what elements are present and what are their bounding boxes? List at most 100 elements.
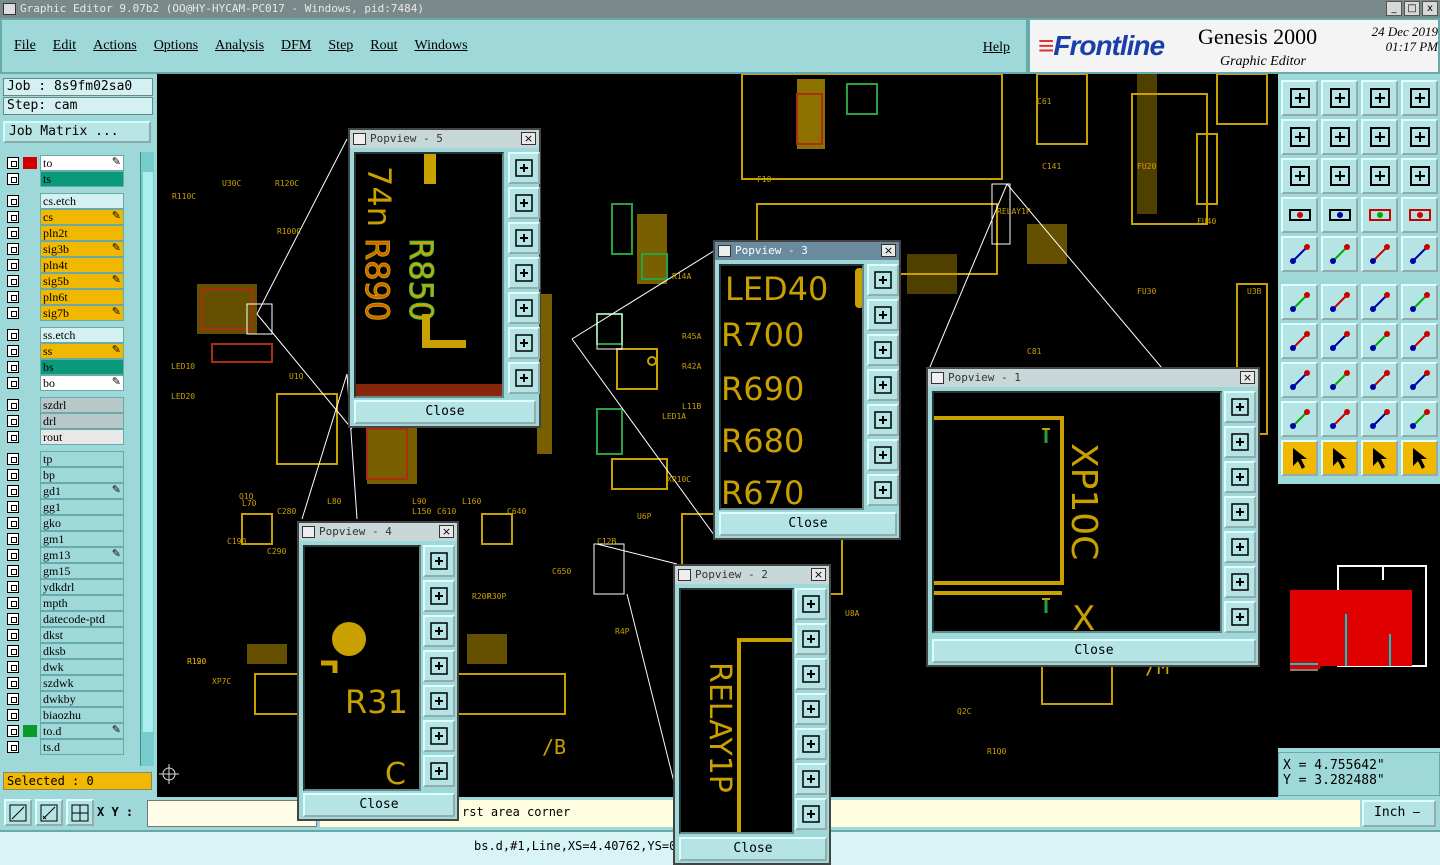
zoom-in-button[interactable]	[508, 152, 540, 184]
fit-vertical-button[interactable]	[423, 720, 455, 752]
popview-5-titlebar[interactable]: Popview - 5 ×	[350, 130, 539, 148]
layer-name[interactable]: gm1	[40, 531, 124, 547]
popview-4-close-button[interactable]: Close	[303, 793, 455, 817]
layer-name[interactable]: dkst	[40, 627, 124, 643]
layer-scrollbar[interactable]	[140, 152, 154, 766]
layer-row[interactable]: ss.etch	[5, 327, 125, 343]
layer-checkbox[interactable]	[7, 259, 19, 271]
pan-left-button[interactable]	[508, 257, 540, 289]
measure-tool-button[interactable]	[1361, 236, 1398, 272]
measure-button[interactable]	[35, 799, 63, 826]
zoom-up-button[interactable]	[795, 623, 827, 655]
layer-checkbox[interactable]	[7, 453, 19, 465]
layer-up-tool-button[interactable]	[1281, 80, 1318, 116]
zoom-down-button[interactable]	[1224, 461, 1256, 493]
popview-3-close-icon[interactable]: ×	[881, 244, 896, 257]
fit-vertical-button[interactable]	[867, 439, 899, 471]
snap-a-tool-button[interactable]	[1361, 197, 1398, 233]
layer-row[interactable]: gm15	[5, 563, 125, 579]
layer-checkbox[interactable]	[7, 291, 19, 303]
popview-2-titlebar[interactable]: Popview - 2 ×	[675, 566, 829, 584]
pointer-alt-tool-button[interactable]	[1361, 440, 1398, 476]
layer-name[interactable]: dwkby	[40, 691, 124, 707]
arc-tool-button[interactable]	[1361, 323, 1398, 359]
mirror-tool-button[interactable]	[1401, 119, 1438, 155]
pan-left-button[interactable]	[867, 369, 899, 401]
pan-right-button[interactable]	[1224, 531, 1256, 563]
layer-row[interactable]: biaozhu	[5, 707, 125, 723]
layer-name[interactable]: bs	[40, 359, 124, 375]
fit-vertical-button[interactable]	[1224, 566, 1256, 598]
layer-name[interactable]: gko	[40, 515, 124, 531]
layer-checkbox[interactable]	[7, 693, 19, 705]
layer-row[interactable]: szdrl	[5, 397, 125, 413]
layer-row[interactable]: to ✎	[5, 155, 125, 171]
popview-3-view[interactable]: LED40 R700 R690 R680 R670	[719, 264, 864, 510]
layer-name[interactable]: gg1	[40, 499, 124, 515]
layer-checkbox[interactable]	[7, 329, 19, 341]
pointer-net-tool-button[interactable]	[1401, 440, 1438, 476]
layer-row[interactable]: to.d ✎	[5, 723, 125, 739]
layer-checkbox[interactable]	[7, 211, 19, 223]
layer-checkbox[interactable]	[7, 677, 19, 689]
fit-vertical-button[interactable]	[795, 763, 827, 795]
menu-help[interactable]: Help	[983, 40, 1010, 56]
grid-button[interactable]	[66, 799, 94, 826]
popview-2-close-icon[interactable]: ×	[811, 568, 826, 581]
menu-file[interactable]: File	[14, 38, 36, 54]
overview-map[interactable]	[1278, 484, 1440, 748]
zoom-up-button[interactable]	[1224, 426, 1256, 458]
layer-checkbox[interactable]	[7, 157, 19, 169]
menu-step[interactable]: Step	[328, 38, 353, 54]
layer-row[interactable]: bs	[5, 359, 125, 375]
layer-name[interactable]: dksb	[40, 643, 124, 659]
popview-1-view[interactable]: XP10C X	[932, 391, 1222, 633]
menu-rout[interactable]: Rout	[370, 38, 397, 54]
layer-name[interactable]: gm15	[40, 563, 124, 579]
layer-down-tool-button[interactable]	[1321, 80, 1358, 116]
layer-name[interactable]: ss.etch	[40, 327, 124, 343]
menu-actions[interactable]: Actions	[93, 38, 137, 54]
zoom-down-button[interactable]	[423, 615, 455, 647]
home-tool-button[interactable]	[1361, 80, 1398, 116]
layer-row[interactable]: pln4t	[5, 257, 125, 273]
layer-name[interactable]: pln2t	[40, 225, 124, 241]
layer-row[interactable]: ts.d	[5, 739, 125, 755]
layer-checkbox[interactable]	[7, 377, 19, 389]
layer-checkbox[interactable]	[7, 275, 19, 287]
layer-name[interactable]: cs.etch	[40, 193, 124, 209]
layer-name[interactable]: rout	[40, 429, 124, 445]
layer-name[interactable]: tp	[40, 451, 124, 467]
minimize-button[interactable]: _	[1386, 1, 1402, 16]
popview-2-view[interactable]: RELAY1P	[679, 588, 794, 834]
menu-dfm[interactable]: DFM	[281, 38, 311, 54]
rotate-tool-button[interactable]	[1361, 119, 1398, 155]
menu-edit[interactable]: Edit	[53, 38, 76, 54]
layer-row[interactable]: pln2t	[5, 225, 125, 241]
layer-row[interactable]: pln6t	[5, 289, 125, 305]
popview-4-view[interactable]: R31 C	[303, 545, 421, 791]
layer-row[interactable]: dkst	[5, 627, 125, 643]
fit-vertical-button[interactable]	[508, 327, 540, 359]
layer-checkbox[interactable]	[7, 173, 19, 185]
layer-row[interactable]: gg1	[5, 499, 125, 515]
layer-name[interactable]: biaozhu	[40, 707, 124, 723]
layer-row[interactable]: gm1	[5, 531, 125, 547]
help-query-tool-button[interactable]	[1401, 158, 1438, 194]
trace-d-tool-button[interactable]	[1401, 401, 1438, 437]
layer-checkbox[interactable]	[7, 195, 19, 207]
popview-5-view[interactable]: 74n R850 R890	[354, 152, 504, 398]
snap-b-tool-button[interactable]	[1401, 197, 1438, 233]
menu-options[interactable]: Options	[154, 38, 198, 54]
pan-right-button[interactable]	[508, 292, 540, 324]
select-point-tool-button[interactable]	[1321, 284, 1358, 320]
zoom-in-button[interactable]	[867, 264, 899, 296]
pan-left-button[interactable]	[1224, 496, 1256, 528]
layer-name[interactable]: mpth	[40, 595, 124, 611]
layer-name[interactable]: ydkdrl	[40, 579, 124, 595]
layer-checkbox[interactable]	[7, 485, 19, 497]
move-point-tool-button[interactable]	[1361, 284, 1398, 320]
align-tool-button[interactable]	[1361, 362, 1398, 398]
layer-checkbox[interactable]	[7, 709, 19, 721]
layer-checkbox[interactable]	[7, 399, 19, 411]
